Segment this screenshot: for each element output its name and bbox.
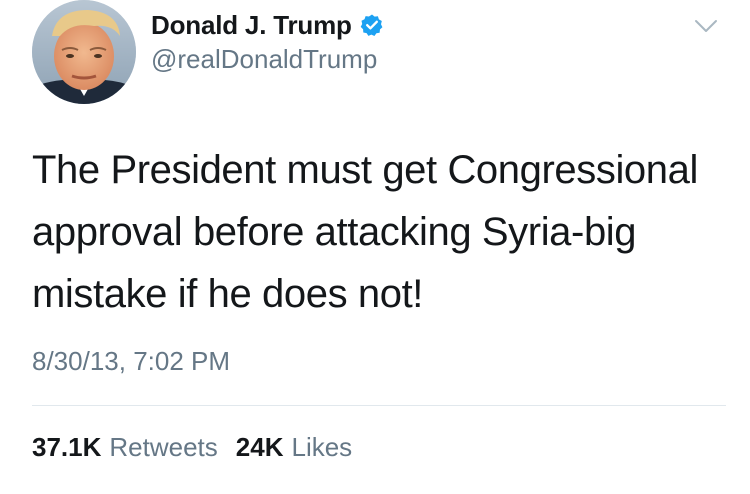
verified-badge-icon [360, 13, 384, 37]
likes-count: 24K [235, 432, 284, 462]
likes-stat[interactable]: 24K Likes [236, 432, 352, 463]
tweet-card: Donald J. Trump @realDonaldTrump The Pre… [0, 0, 750, 494]
retweets-count: 37.1K [32, 432, 102, 462]
author-name-row: Donald J. Trump [151, 8, 384, 42]
tweet-stats: 37.1K Retweets 24K Likes [32, 432, 352, 463]
avatar-image [32, 0, 136, 104]
tweet-timestamp[interactable]: 8/30/13, 7:02 PM [32, 346, 230, 377]
retweets-stat[interactable]: 37.1K Retweets [32, 432, 218, 463]
retweets-label: Retweets [109, 432, 218, 462]
avatar[interactable] [32, 0, 136, 104]
divider [32, 405, 726, 406]
author-name[interactable]: Donald J. Trump [151, 10, 352, 41]
tweet-text: The President must get Congressional app… [32, 148, 698, 316]
chevron-down-icon[interactable] [694, 18, 718, 34]
likes-label: Likes [291, 432, 353, 462]
author-handle[interactable]: @realDonaldTrump [151, 44, 377, 75]
